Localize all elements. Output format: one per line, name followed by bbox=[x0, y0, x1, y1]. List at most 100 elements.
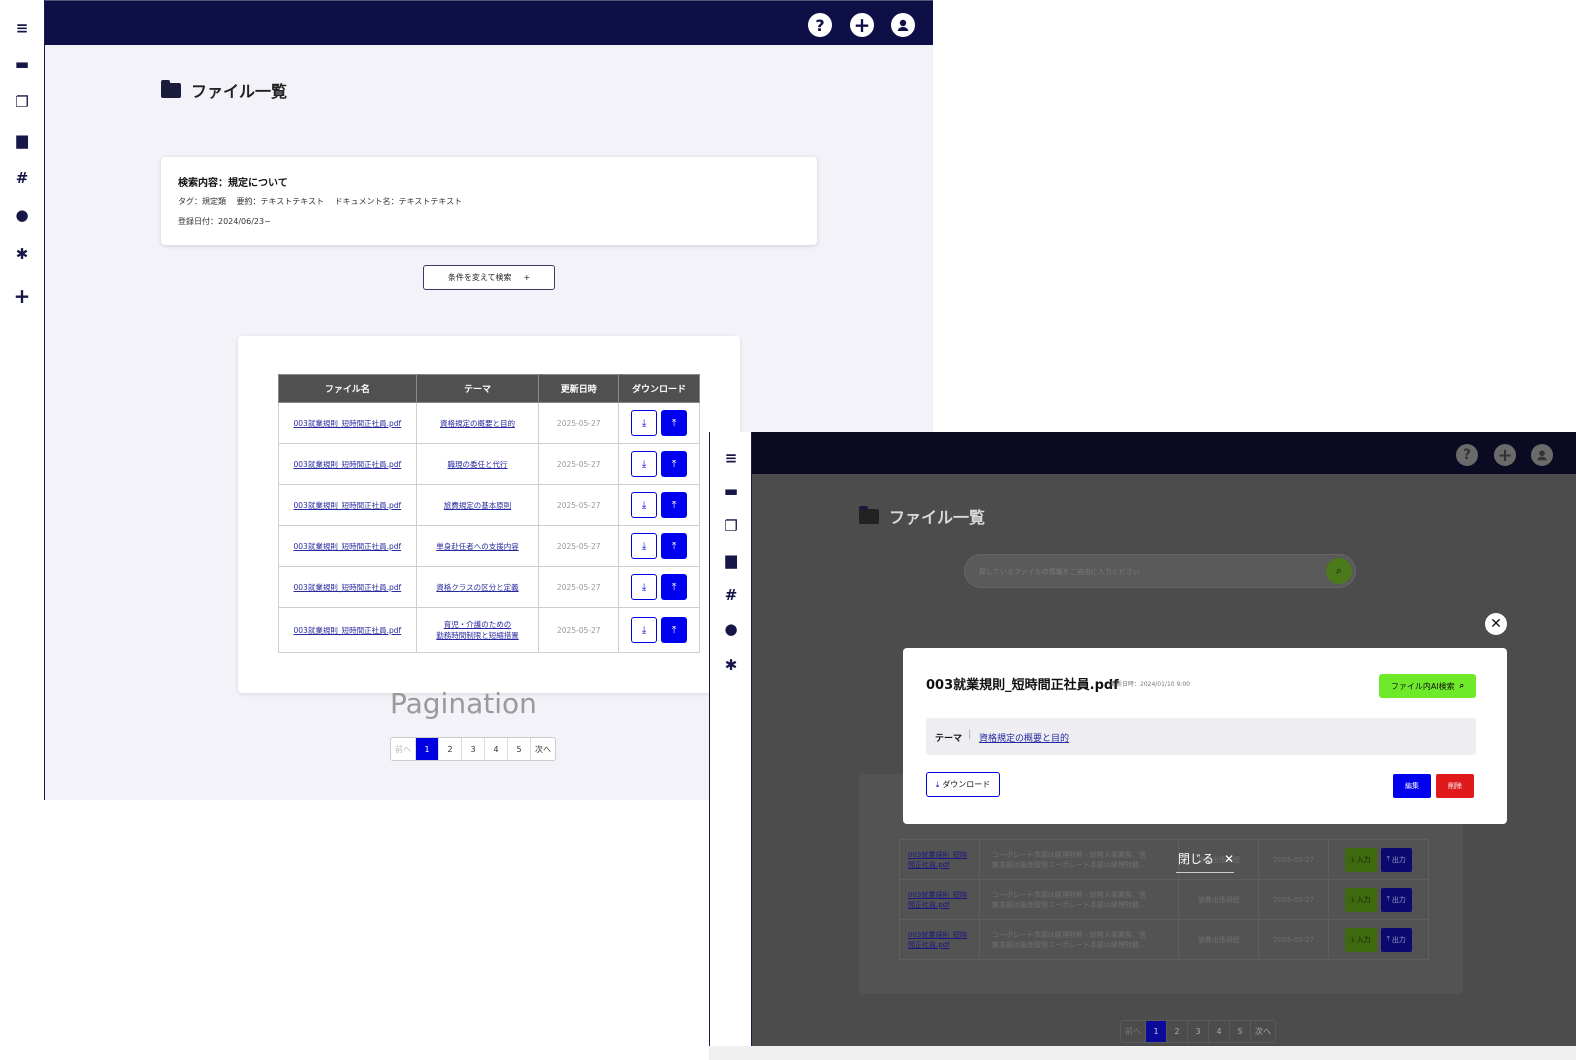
pagination-page[interactable]: 3 bbox=[1188, 1021, 1209, 1042]
search-input[interactable]: 探しているファイルの情報をご自由に入力ください bbox=[964, 554, 1356, 588]
account-icon[interactable] bbox=[1531, 444, 1553, 466]
theme-link[interactable]: 育児・介護のための 勤務時間制限と短縮措置 bbox=[415, 607, 540, 653]
upload-icon[interactable]: ⤒ bbox=[661, 574, 688, 600]
folder-icon[interactable]: ▆ bbox=[710, 548, 752, 572]
download-icon[interactable]: ⤓ bbox=[631, 410, 658, 436]
theme-link[interactable]: 単身赴任者への支援内容 bbox=[415, 525, 540, 567]
pagination-page[interactable]: 4 bbox=[485, 738, 508, 760]
file-name-link[interactable]: 003就業規則_短時間正社員.pdf bbox=[278, 525, 417, 567]
file-name-link[interactable]: 003就業規則_短時間正社員.pdf bbox=[278, 402, 417, 444]
pagination-page[interactable]: 3 bbox=[462, 738, 485, 760]
pagination-page[interactable]: 1 bbox=[416, 738, 439, 760]
search-summary-title: 検索内容：規定について bbox=[178, 178, 288, 189]
output-button[interactable]: ⤒ 出力 bbox=[1380, 927, 1412, 952]
column-header[interactable]: ファイル名 bbox=[278, 374, 417, 403]
edit-button[interactable]: 編集 bbox=[1393, 774, 1431, 798]
folder-icon bbox=[161, 79, 181, 98]
download-icon[interactable]: ⤓ bbox=[631, 533, 658, 559]
ai-search-button[interactable]: ファイル内AI検索 ⌕ bbox=[1379, 674, 1476, 698]
file-table-card: ファイル名 テーマ 更新日時 ダウンロード 003就業規則_短時間正社員.pdf… bbox=[238, 336, 740, 693]
user-icon[interactable]: ● bbox=[0, 203, 44, 227]
theme-link[interactable]: 資格クラスの区分と定義 bbox=[415, 566, 540, 608]
file-name-link[interactable]: 003就業規則_短時 間正社員.pdf bbox=[899, 919, 980, 960]
file-name-link[interactable]: 003就業規則_短時間正社員.pdf bbox=[278, 484, 417, 526]
account-icon[interactable] bbox=[891, 13, 915, 37]
copy-icon[interactable]: ❐ bbox=[710, 514, 752, 538]
upload-icon[interactable]: ⤒ bbox=[661, 533, 688, 559]
pagination-page[interactable]: 5 bbox=[1230, 1021, 1251, 1042]
output-button[interactable]: ⤒ 出力 bbox=[1380, 887, 1412, 912]
input-button[interactable]: ⤓ 入力 bbox=[1345, 887, 1377, 912]
help-icon[interactable]: ? bbox=[1456, 444, 1478, 466]
help-icon[interactable]: ? bbox=[808, 13, 832, 37]
close-icon[interactable]: ✕ bbox=[1485, 613, 1507, 635]
upload-icon[interactable]: ⤒ bbox=[661, 451, 688, 477]
delete-button[interactable]: 削除 bbox=[1436, 774, 1474, 798]
pagination-page[interactable]: 2 bbox=[439, 738, 462, 760]
column-header[interactable]: テーマ bbox=[415, 374, 540, 403]
updated-date: 2025-05-27 bbox=[538, 525, 620, 567]
file-detail-modal: 003就業規則_短時間正社員.pdf 更新日時：2024/01/10 9:00 … bbox=[903, 648, 1507, 824]
theme-link[interactable]: 資格規定の概要と目的 bbox=[415, 402, 540, 444]
action-cell: ⤓ 入力 ⤒ 出力 bbox=[1328, 919, 1429, 960]
upload-icon[interactable]: ⤒ bbox=[661, 617, 688, 643]
input-button[interactable]: ⤓ 入力 bbox=[1345, 927, 1377, 952]
updated-date: 2025-05-27 bbox=[1258, 919, 1330, 960]
chat-icon[interactable]: ▬ bbox=[0, 52, 44, 76]
dimmed-content: ファイル一覧 探しているファイルの情報をご自由に入力ください ⌕ 003就業規則… bbox=[752, 474, 1576, 1046]
download-icon[interactable]: ⤓ bbox=[631, 574, 658, 600]
action-cell: ⤓ 入力 ⤒ 出力 bbox=[1328, 839, 1429, 880]
pagination-page[interactable]: 2 bbox=[1167, 1021, 1188, 1042]
theme-link[interactable]: 職現の委任と代行 bbox=[415, 443, 540, 485]
file-name-link[interactable]: 003就業規則_短時間正社員.pdf bbox=[278, 566, 417, 608]
pagination-prev[interactable]: 前へ bbox=[1121, 1021, 1146, 1042]
column-header[interactable]: 更新日時 bbox=[538, 374, 620, 403]
gear-icon[interactable]: ✱ bbox=[0, 242, 44, 266]
chat-icon[interactable]: ▬ bbox=[710, 479, 752, 503]
file-name-link[interactable]: 003就業規則_短時間正社員.pdf bbox=[278, 607, 417, 653]
add-circle-icon[interactable]: + bbox=[850, 13, 874, 37]
pagination-page[interactable]: 5 bbox=[508, 738, 531, 760]
hash-icon[interactable]: # bbox=[0, 166, 44, 190]
theme-link[interactable]: 旅費規定の基本原則 bbox=[415, 484, 540, 526]
description: コーポレート本部は経理財務・総務人事業務、営 業本部は販売管理コーポレート本部は… bbox=[978, 839, 1180, 880]
output-button[interactable]: ⤒ 出力 bbox=[1380, 847, 1412, 872]
pagination-prev[interactable]: 前へ bbox=[391, 738, 416, 760]
upload-icon[interactable]: ⤒ bbox=[661, 492, 688, 518]
download-icon[interactable]: ⤓ bbox=[631, 451, 658, 477]
research-button[interactable]: 条件を変えて検索 + bbox=[423, 265, 555, 290]
folder-icon[interactable]: ▆ bbox=[0, 128, 44, 152]
input-button[interactable]: ⤓ 入力 bbox=[1345, 847, 1377, 872]
search-icon[interactable]: ⌕ bbox=[1326, 558, 1352, 584]
file-name-link[interactable]: 003就業規則_短時間正社員.pdf bbox=[278, 443, 417, 485]
upload-icon[interactable]: ⤒ bbox=[661, 410, 688, 436]
hash-icon[interactable]: # bbox=[710, 583, 752, 607]
pagination: 前へ 1 2 3 4 5 次へ bbox=[390, 737, 556, 761]
download-button[interactable]: ⤓ ダウンロード bbox=[926, 772, 1000, 797]
file-name-link[interactable]: 003就業規則_短時 間正社員.pdf bbox=[899, 879, 980, 920]
menu-icon[interactable]: ≡ bbox=[0, 16, 44, 40]
menu-icon[interactable]: ≡ bbox=[710, 446, 752, 470]
file-name-link[interactable]: 003就業規則_短時 間正社員.pdf bbox=[899, 839, 980, 880]
table-row: 003就業規則_短時間正社員.pdf 資格クラスの区分と定義 2025-05-27 ⤓… bbox=[278, 566, 700, 608]
plus-icon[interactable]: + bbox=[0, 284, 44, 308]
header: ? + bbox=[45, 0, 933, 45]
add-circle-icon[interactable]: + bbox=[1494, 444, 1516, 466]
pagination: 前へ 1 2 3 4 5 次へ bbox=[1120, 1020, 1276, 1043]
divider: | bbox=[968, 729, 972, 740]
download-cell: ⤓ ⤒ bbox=[618, 566, 700, 608]
gear-icon[interactable]: ✱ bbox=[710, 653, 752, 677]
theme-link[interactable]: 資格規定の概要と目的 bbox=[979, 731, 1069, 744]
user-icon[interactable]: ● bbox=[710, 617, 752, 641]
close-label: 閉じる bbox=[1178, 852, 1215, 866]
close-button[interactable]: 閉じる ✕ bbox=[1176, 850, 1235, 873]
copy-icon[interactable]: ❐ bbox=[0, 90, 44, 114]
table-row: 003就業規則_短時 間正社員.pdf コーポレート本部は経理財務・総務人事業務、… bbox=[899, 919, 1429, 960]
download-icon[interactable]: ⤓ bbox=[631, 492, 658, 518]
download-icon[interactable]: ⤓ bbox=[631, 617, 658, 643]
pagination-next[interactable]: 次へ bbox=[531, 738, 555, 760]
research-button-label: 条件を変えて検索 bbox=[447, 273, 512, 282]
pagination-next[interactable]: 次へ bbox=[1251, 1021, 1275, 1042]
pagination-page[interactable]: 1 bbox=[1146, 1021, 1167, 1042]
pagination-page[interactable]: 4 bbox=[1209, 1021, 1230, 1042]
